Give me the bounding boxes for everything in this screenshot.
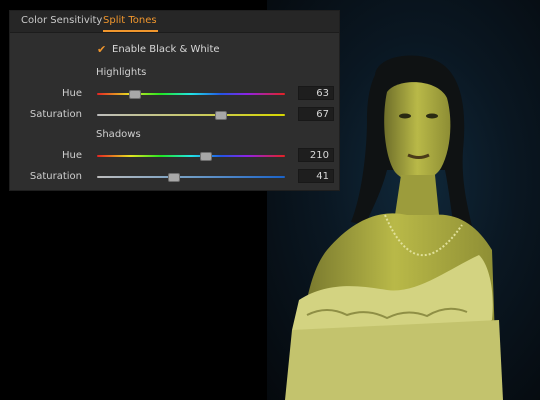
- shadows-saturation-slider[interactable]: [97, 173, 285, 182]
- split-tones-panel: Color Sensitivity Split Tones ✔ Enable B…: [9, 10, 340, 191]
- highlights-hue-thumb[interactable]: [128, 90, 141, 99]
- enable-bw-label: Enable Black & White: [112, 44, 220, 55]
- highlights-saturation-value[interactable]: 67: [298, 107, 334, 121]
- shadows-hue-label: Hue: [61, 150, 82, 161]
- highlights-saturation-thumb[interactable]: [215, 111, 228, 120]
- shadows-hue-slider[interactable]: [97, 152, 285, 161]
- highlights-hue-slider[interactable]: [97, 90, 285, 99]
- highlights-hue-value[interactable]: 63: [298, 86, 334, 100]
- highlights-saturation-slider[interactable]: [97, 111, 285, 120]
- shadows-hue-value[interactable]: 210: [298, 148, 334, 162]
- tab-split-tones[interactable]: Split Tones: [103, 15, 157, 26]
- checkmark-icon: ✔: [97, 43, 107, 56]
- shadows-hue-thumb[interactable]: [200, 152, 213, 161]
- highlights-hue-label: Hue: [61, 88, 82, 99]
- tab-bar: Color Sensitivity Split Tones: [10, 11, 339, 33]
- highlights-saturation-label: Saturation: [29, 109, 82, 120]
- shadows-saturation-value[interactable]: 41: [298, 169, 334, 183]
- highlights-heading: Highlights: [96, 67, 147, 78]
- shadows-heading: Shadows: [96, 129, 141, 140]
- shadows-saturation-thumb[interactable]: [168, 173, 181, 182]
- shadows-saturation-label: Saturation: [29, 171, 82, 182]
- active-tab-indicator: [103, 30, 158, 32]
- enable-bw-checkbox[interactable]: ✔ Enable Black & White: [97, 43, 220, 56]
- tab-color-sensitivity[interactable]: Color Sensitivity: [21, 15, 102, 26]
